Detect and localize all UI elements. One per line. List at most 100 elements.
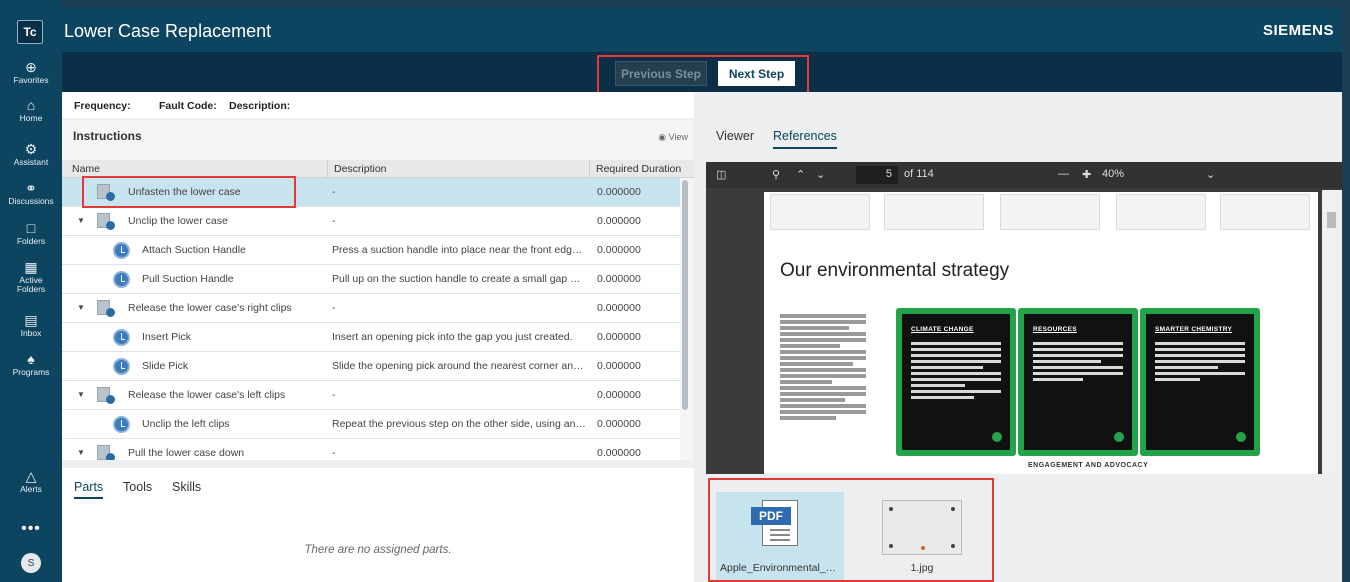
- expand-toggle-icon[interactable]: ▼: [77, 303, 85, 312]
- pdf-page[interactable]: Our environmental strategy CLIMATE CHANG…: [764, 192, 1318, 474]
- table-row[interactable]: Unclip the left clips Repeat the previou…: [62, 410, 680, 439]
- row-name: Attach Suction Handle: [142, 244, 246, 256]
- table-row[interactable]: ▼ Unclip the lower case - 0.000000: [62, 207, 680, 236]
- instructions-grid: Unfasten the lower case - 0.000000 ▼ Unc…: [62, 178, 694, 460]
- table-row[interactable]: Insert Pick Insert an opening pick into …: [62, 323, 680, 352]
- pdf-viewer: ◫ ⚲ ⌃ ⌄ 5 of 114 — ✚ 40% ⌄ Our environme…: [706, 162, 1342, 474]
- row-duration: 0.000000: [597, 244, 641, 256]
- tab-tools[interactable]: Tools: [123, 480, 152, 494]
- row-duration: 0.000000: [597, 389, 641, 401]
- table-row[interactable]: Slide Pick Slide the opening pick around…: [62, 352, 680, 381]
- column-header-duration[interactable]: Required Duration: [596, 163, 681, 175]
- nav-alerts[interactable]: △ Alerts: [0, 469, 62, 494]
- fault-code-label: Fault Code:: [159, 100, 217, 112]
- sidebar-toggle-icon[interactable]: ◫: [716, 168, 726, 181]
- tab-references[interactable]: References: [773, 129, 837, 149]
- prev-page-card: [770, 194, 870, 230]
- row-description: Repeat the previous step on the other si…: [332, 418, 586, 430]
- nav-inbox[interactable]: ▤ Inbox: [0, 313, 62, 338]
- active-folders-icon: ▦: [24, 259, 38, 275]
- more-options-button[interactable]: •••: [0, 520, 62, 538]
- nav-folders[interactable]: □ Folders: [0, 221, 62, 246]
- files-highlight: [708, 478, 994, 582]
- clock-step-icon: [113, 329, 130, 346]
- zoom-dropdown-icon[interactable]: ⌄: [1206, 168, 1215, 181]
- brand-logo: SIEMENS: [1262, 22, 1334, 39]
- tab-viewer[interactable]: Viewer: [716, 129, 754, 143]
- column-divider[interactable]: [327, 160, 328, 178]
- nav-home-label: Home: [19, 113, 43, 123]
- nav-favorites-label: Favorites: [13, 75, 49, 85]
- column-divider[interactable]: [589, 160, 590, 178]
- expand-toggle-icon[interactable]: ▼: [77, 448, 85, 457]
- favorites-icon: ⊕: [25, 59, 37, 75]
- row-duration: 0.000000: [597, 215, 641, 227]
- row-duration: 0.000000: [597, 302, 641, 314]
- clock-step-icon: [113, 416, 130, 433]
- table-row[interactable]: ▼ Release the lower case's left clips - …: [62, 381, 680, 410]
- expand-toggle-icon[interactable]: ▼: [77, 216, 85, 225]
- nav-discussions-label: Discussions: [8, 196, 54, 206]
- user-avatar[interactable]: S: [21, 553, 41, 573]
- nav-active-folders[interactable]: ▦ Active Folders: [0, 260, 62, 294]
- row-description: -: [332, 389, 336, 401]
- nav-programs-label: Programs: [12, 367, 50, 377]
- home-icon: ⌂: [26, 97, 36, 113]
- table-row[interactable]: ▼ Pull the lower case down - 0.000000: [62, 439, 680, 460]
- pdf-card-title: RESOURCES: [1033, 326, 1077, 333]
- row-name: Pull the lower case down: [128, 447, 245, 459]
- arrow-icon: [1114, 432, 1124, 442]
- tab-skills[interactable]: Skills: [172, 480, 201, 494]
- tab-parts[interactable]: Parts: [74, 480, 104, 499]
- task-icon: [97, 387, 115, 404]
- step-buttons-highlight: [597, 55, 809, 96]
- scroll-thumb[interactable]: [1327, 212, 1336, 228]
- chevron-up-icon[interactable]: ⌃: [796, 168, 805, 181]
- zoom-out-icon[interactable]: —: [1058, 168, 1069, 180]
- folders-icon: □: [26, 220, 36, 236]
- clock-step-icon: [113, 242, 130, 259]
- search-icon[interactable]: ⚲: [772, 168, 780, 181]
- zoom-level[interactable]: 40%: [1102, 168, 1124, 180]
- page-number-input[interactable]: 5: [856, 166, 898, 184]
- nav-discussions[interactable]: ⚭ Discussions: [0, 181, 62, 206]
- parts-panel: Parts Tools Skills There are no assigned…: [62, 468, 694, 582]
- chevron-down-icon[interactable]: ⌄: [816, 168, 825, 181]
- procedure-info-bar: Frequency: Fault Code: Description:: [62, 92, 694, 118]
- prev-page-card: [1116, 194, 1206, 230]
- page-total: of 114: [904, 168, 934, 180]
- task-icon: [97, 300, 115, 317]
- instructions-panel: Instructions ◉ View Name Description Req…: [62, 120, 694, 481]
- expand-toggle-icon[interactable]: ▼: [77, 390, 85, 399]
- nav-favorites[interactable]: ⊕ Favorites: [0, 60, 62, 85]
- nav-programs[interactable]: ♠ Programs: [0, 352, 62, 377]
- table-row[interactable]: Attach Suction Handle Press a suction ha…: [62, 236, 680, 265]
- zoom-in-icon[interactable]: ✚: [1082, 168, 1091, 181]
- description-label: Description:: [229, 100, 291, 112]
- column-header-description[interactable]: Description: [334, 163, 387, 175]
- nav-home[interactable]: ⌂ Home: [0, 98, 62, 123]
- pdf-card-title: CLIMATE CHANGE: [911, 326, 974, 333]
- nav-assistant[interactable]: ⚙ Assistant: [0, 142, 62, 167]
- grid-vertical-scrollbar[interactable]: [682, 180, 688, 410]
- row-duration: 0.000000: [597, 331, 641, 343]
- row-description: -: [332, 447, 336, 459]
- pdf-body-text: [780, 314, 866, 422]
- left-nav-rail: Tc ⊕ Favorites ⌂ Home ⚙ Assistant ⚭ Disc…: [0, 0, 62, 582]
- row-name: Pull Suction Handle: [142, 273, 234, 285]
- pdf-vertical-scrollbar[interactable]: [1322, 190, 1342, 474]
- nav-assistant-label: Assistant: [13, 157, 49, 167]
- app-logo[interactable]: Tc: [17, 20, 43, 44]
- row-name: Unclip the lower case: [128, 215, 228, 227]
- inbox-icon: ▤: [24, 312, 38, 328]
- clock-step-icon: [113, 271, 130, 288]
- eye-icon: ◉: [658, 132, 667, 142]
- column-header-name[interactable]: Name: [72, 163, 100, 175]
- pdf-card-chemistry: SMARTER CHEMISTRY: [1140, 308, 1260, 456]
- table-row[interactable]: ▼ Release the lower case's right clips -…: [62, 294, 680, 323]
- row-duration: 0.000000: [597, 360, 641, 372]
- view-toggle[interactable]: ◉ View: [658, 132, 688, 143]
- arrow-icon: [992, 432, 1002, 442]
- table-row[interactable]: Pull Suction Handle Pull up on the sucti…: [62, 265, 680, 294]
- instructions-title: Instructions: [73, 129, 142, 143]
